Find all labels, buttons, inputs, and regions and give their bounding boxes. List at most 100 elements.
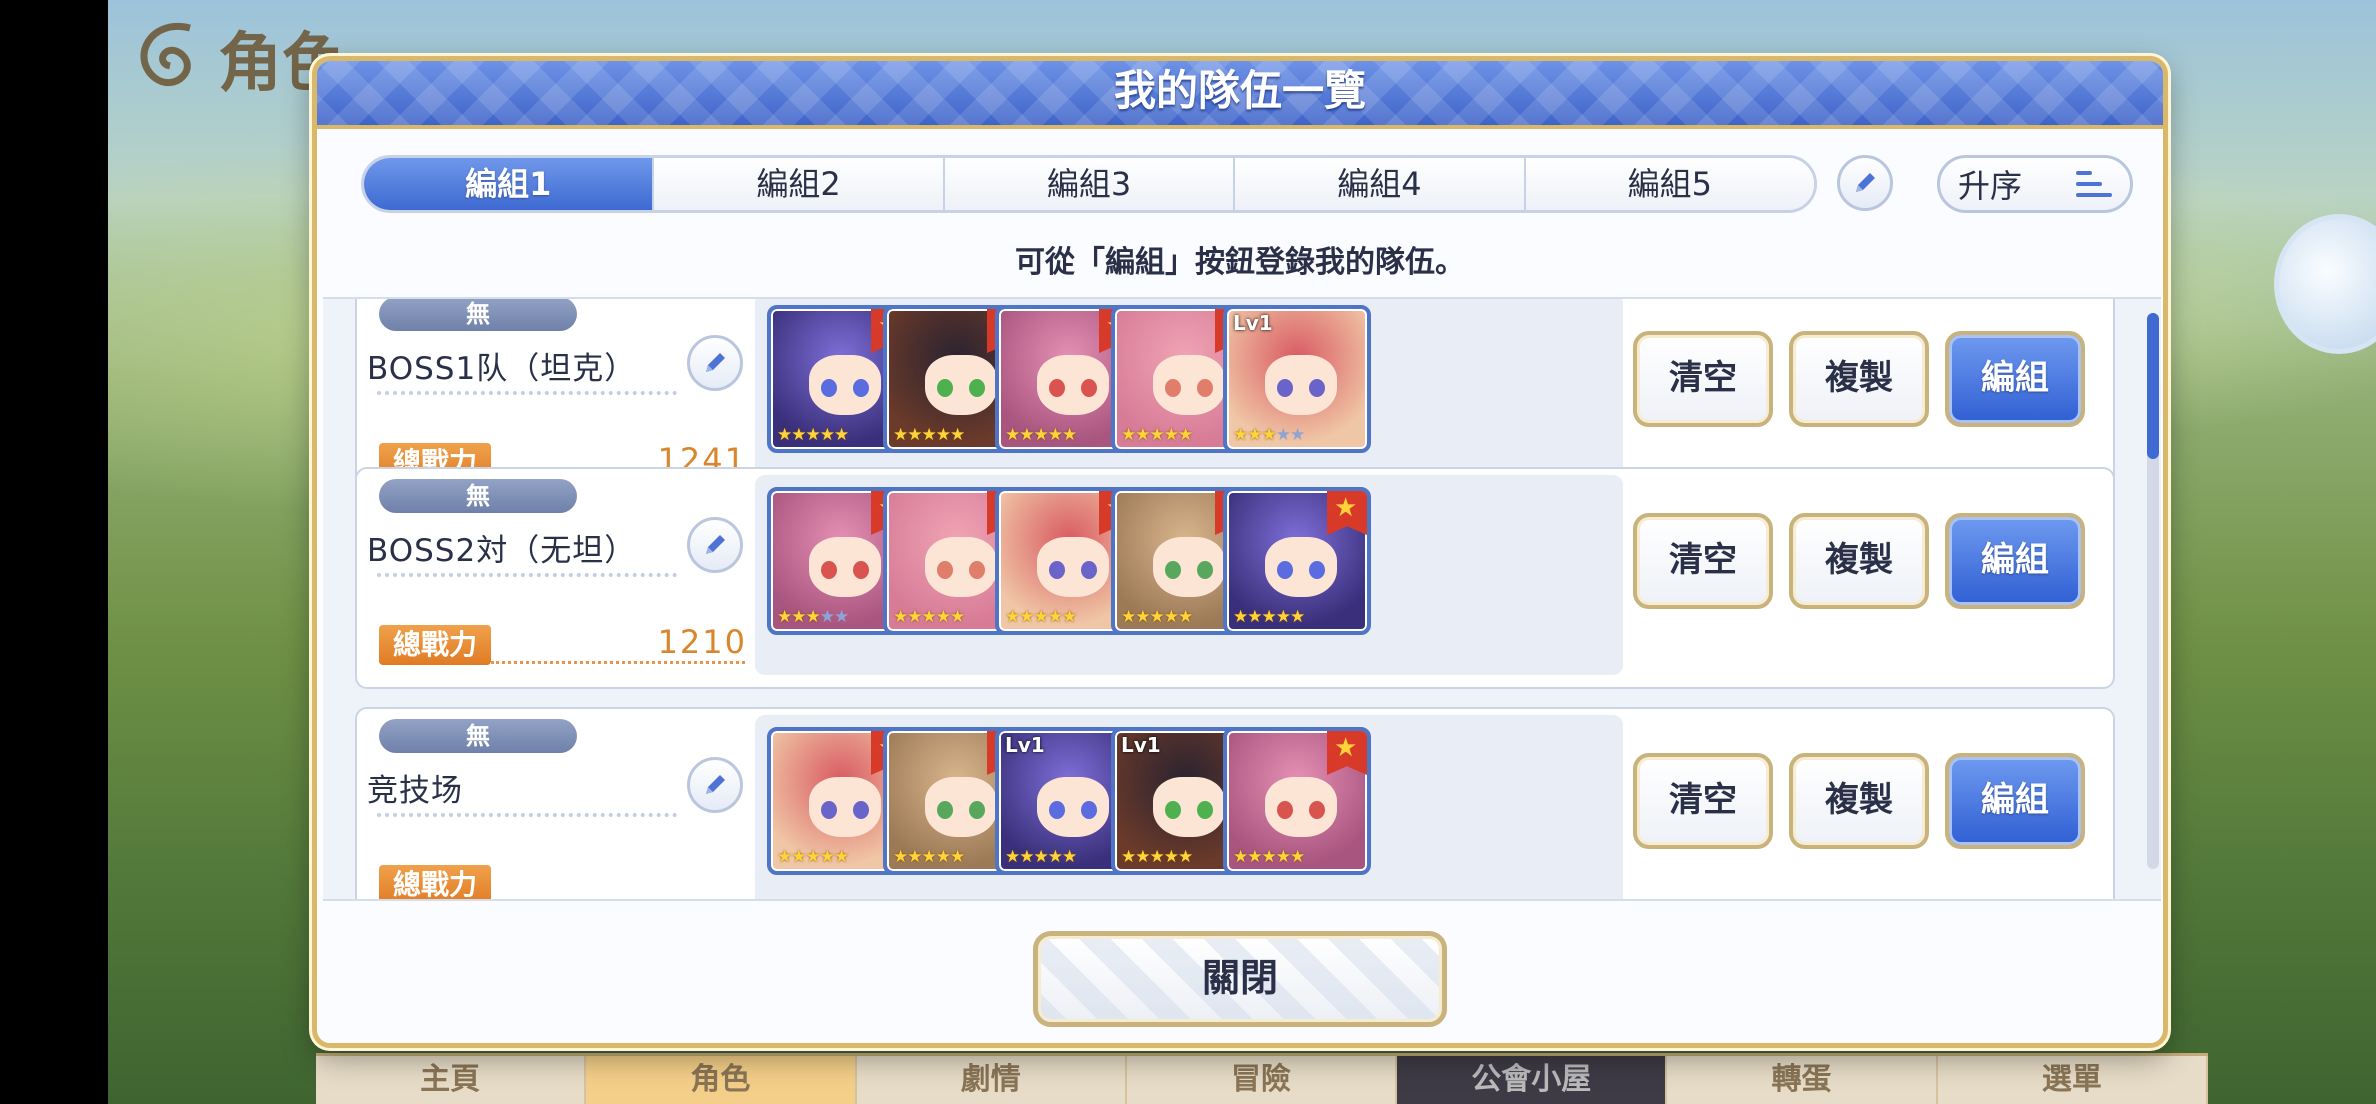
star-rating: ★★★★★ [1005, 607, 1077, 627]
star-rating: ★★★★★ [893, 425, 965, 445]
portrait-eye [1081, 561, 1097, 579]
level-label: Lv1 [1005, 733, 1045, 757]
nav-character[interactable]: 角色 [586, 1056, 857, 1104]
portrait-eye [821, 379, 837, 397]
clear-button[interactable]: 清空 [1633, 331, 1773, 427]
copy-button[interactable]: 複製 [1789, 513, 1929, 609]
team-members: ★★★★★ ★★★★★ ★★★★★ ★★★★★ Lv1 ★★★★★ [755, 299, 1623, 493]
team-row: 無 竞技场 總戰力 ★★★★★★★★★★Lv1★★★★★Lv1★★★★★★★★★… [355, 707, 2115, 899]
character-portrait [1265, 537, 1337, 597]
ornament-swirl-icon [140, 22, 191, 87]
clear-button[interactable]: 清空 [1633, 753, 1773, 849]
portrait-eye [1049, 561, 1065, 579]
portrait-eye [937, 561, 953, 579]
team-members: ★ ★★★★ ★ ★ ★★★ ★★ ★ ★★ ★★★ ★ ★ ★★★★ ★ [755, 475, 1623, 675]
nav-gacha[interactable]: 轉蛋 [1667, 1056, 1938, 1104]
edit-group-name-button[interactable] [1837, 155, 1893, 211]
character-portrait [925, 355, 997, 415]
copy-button[interactable]: 複製 [1789, 331, 1929, 427]
nav-home[interactable]: 主頁 [316, 1056, 587, 1104]
edit-team-button[interactable]: 編組 [1945, 331, 2085, 427]
sort-label: 升序 [1958, 167, 2023, 205]
team-list[interactable]: 無 BOSS1队（坦克） 總戰力 1241 ★ ★★★★ ★ ★ ★★★ ★★ ★ ★★ ★★★… [323, 297, 2161, 901]
portrait-eye [1197, 379, 1213, 397]
scrollbar-thumb[interactable] [2147, 313, 2159, 459]
character-portrait [1037, 355, 1109, 415]
nav-story[interactable]: 劇情 [857, 1056, 1127, 1104]
rank-ribbon-icon [1327, 491, 1367, 535]
character-portrait [809, 537, 881, 597]
pencil-icon [706, 775, 725, 794]
total-power-label: 總戰力 [379, 625, 491, 665]
portrait-eye [1165, 379, 1181, 397]
clear-button[interactable]: 清空 [1633, 513, 1773, 609]
rank-ribbon-icon [1327, 731, 1367, 775]
edit-team-name-button[interactable] [687, 757, 743, 813]
tab-group-2[interactable]: 編組2 [654, 158, 945, 210]
portrait-eye [1197, 561, 1213, 579]
tab-group-3[interactable]: 編組3 [944, 158, 1236, 210]
portrait-eye [1049, 379, 1065, 397]
portrait-eye [937, 379, 953, 397]
character-portrait [1037, 537, 1109, 597]
edit-team-button[interactable]: 編組 [1945, 753, 2085, 849]
character-portrait [1153, 777, 1225, 837]
pencil-icon [706, 353, 725, 372]
sort-lines-icon [2076, 171, 2112, 197]
name-underline [377, 813, 677, 817]
nav-adventure[interactable]: 冒險 [1127, 1056, 1398, 1104]
nav-guild-house[interactable]: 公會小屋 [1397, 1056, 1668, 1104]
team-name: BOSS2対（无坦） [367, 533, 637, 569]
nav-menu[interactable]: 選單 [1938, 1056, 2208, 1104]
edit-team-name-button[interactable] [687, 335, 743, 391]
edit-team-name-button[interactable] [687, 517, 743, 573]
my-team-list-dialog: 我的隊伍一覽 編組1 編組2 編組3 編組4 編組5 升序 可從「編組」按鈕登錄… [312, 56, 2168, 1048]
tab-group-5[interactable]: 編組5 [1525, 158, 1814, 210]
close-button[interactable]: 關閉 [1033, 931, 1447, 1027]
sort-order-button[interactable]: 升序 [1937, 155, 2133, 213]
portrait-eye [1165, 561, 1181, 579]
character-card[interactable]: Lv1 ★★★★★ [1223, 305, 1371, 453]
team-attribute-badge: 無 [379, 719, 577, 753]
portrait-eye [1277, 561, 1293, 579]
team-name: BOSS1队（坦克） [367, 351, 637, 387]
name-underline [377, 573, 677, 577]
portrait-eye [853, 801, 869, 819]
star-rating: ★★★★★ [777, 607, 849, 627]
star-rating: ★★★★★ [893, 607, 965, 627]
star-rating: ★★★★★ [1233, 425, 1305, 445]
portrait-eye [1049, 801, 1065, 819]
character-card[interactable]: ★ ★★★★ [1223, 727, 1371, 875]
portrait-eye [969, 801, 985, 819]
list-scrollbar[interactable] [2147, 313, 2159, 869]
star-rating: ★★★★★ [777, 425, 849, 445]
pencil-icon [1856, 173, 1875, 192]
star-rating: ★★★★★ [1121, 425, 1193, 445]
portrait-eye [937, 801, 953, 819]
star-rating: ★★★★★ [893, 847, 965, 867]
team-group-tabs: 編組1 編組2 編組3 編組4 編組5 [361, 155, 1817, 213]
character-portrait [809, 777, 881, 837]
team-attribute-badge: 無 [379, 299, 577, 331]
team-members: ★★★★★ ★★★★★ Lv1 ★★★★★ Lv1 ★★★★★ ★★★★★ [755, 715, 1623, 899]
edit-team-button[interactable]: 編組 [1945, 513, 2085, 609]
tab-group-4[interactable]: 編組4 [1235, 158, 1526, 210]
portrait-eye [1277, 379, 1293, 397]
character-card[interactable]: ★ ★★★★ [1223, 487, 1371, 635]
portrait-eye [1165, 801, 1181, 819]
team-info: 無 BOSS1队（坦克） 總戰力 1241 [367, 299, 747, 495]
wing-menu-icon[interactable] [2274, 214, 2376, 354]
team-name: 竞技场 [367, 773, 463, 809]
copy-button[interactable]: 複製 [1789, 753, 1929, 849]
star-rating: ★★★★★ [1233, 847, 1305, 867]
portrait-eye [821, 561, 837, 579]
character-portrait [1037, 777, 1109, 837]
portrait-eye [1197, 801, 1213, 819]
team-attribute-badge: 無 [379, 479, 577, 513]
character-portrait [1153, 355, 1225, 415]
portrait-eye [1081, 801, 1097, 819]
total-power-value: 1210 [657, 623, 747, 661]
dialog-title: 我的隊伍一覽 [317, 61, 2163, 129]
tab-group-1[interactable]: 編組1 [364, 158, 655, 210]
character-portrait [1265, 355, 1337, 415]
